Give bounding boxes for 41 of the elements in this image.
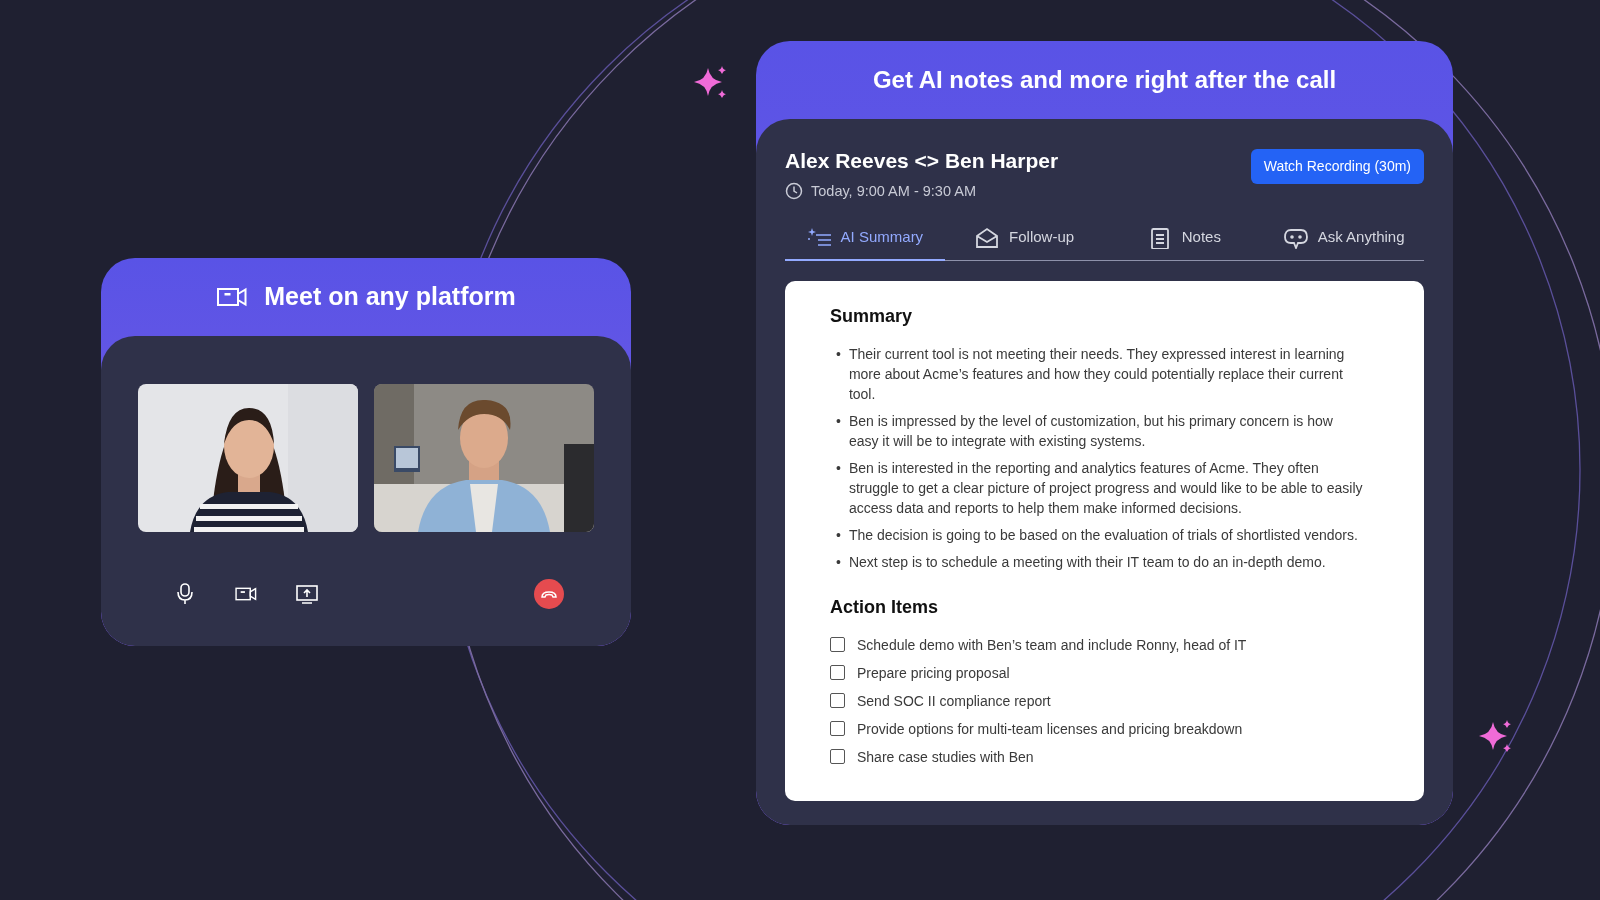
checkbox[interactable] xyxy=(830,693,845,709)
bullet-marker: • xyxy=(836,344,841,364)
summary-bullet: Their current tool is not meeting their needs. They expressed interest in learning more about Acme’s features and how they could potentially replace their current tool. xyxy=(848,344,1346,404)
microphone-icon[interactable] xyxy=(174,582,196,606)
bullet-marker: • xyxy=(836,552,841,572)
tab[interactable]: AI Summary xyxy=(785,218,945,261)
action-item-text: Provide options for multi-team licenses and pricing breakdown xyxy=(857,719,1243,739)
bullet-marker: • xyxy=(836,458,841,478)
watch-recording-button[interactable]: Watch Recording (30m) xyxy=(1250,149,1424,184)
card-title: Get AI notes and more right after the call xyxy=(872,65,1337,95)
video-camera-icon xyxy=(216,285,249,309)
phone-icon xyxy=(540,588,558,600)
section-heading: Action Items xyxy=(830,595,940,619)
screen-share-icon[interactable] xyxy=(296,584,318,604)
summary-bullet: Next step is to schedule a meeting with their IT team to do an in-depth demo. xyxy=(848,552,1326,572)
bullet-marker: • xyxy=(836,411,841,431)
section-heading: Summary xyxy=(830,304,914,328)
checkbox[interactable] xyxy=(830,665,845,681)
meeting-time: Today, 9:00 AM - 9:30 AM xyxy=(811,181,976,201)
checkbox[interactable] xyxy=(830,637,845,653)
sparkle-list-icon xyxy=(806,226,831,249)
summary-bullet: The decision is going to be based on the evaluation of trials of shortlisted vendors. xyxy=(848,525,1358,545)
bullet-marker: • xyxy=(836,525,841,545)
meeting-title: Alex Reeves <> Ben Harper xyxy=(785,148,1059,174)
summary-bullet: Ben is interested in the reporting and analytics features of Acme. They often struggle to get a clear picture of project progress and would like to be able to easily access data and reports to help them make informed decisions. xyxy=(848,458,1364,518)
tab[interactable]: Notes xyxy=(1104,218,1265,261)
checkbox[interactable] xyxy=(830,749,845,765)
tab[interactable]: Ask Anything xyxy=(1264,218,1424,261)
video-camera-icon[interactable] xyxy=(235,585,257,603)
end-call-button[interactable] xyxy=(534,579,564,609)
action-item-text: Send SOC II compliance report xyxy=(857,691,1051,711)
action-item-text: Prepare pricing proposal xyxy=(857,663,1010,683)
card-title: Meet on any platform xyxy=(264,281,516,313)
checkbox[interactable] xyxy=(830,721,845,737)
action-item-text: Share case studies with Ben xyxy=(857,747,1034,767)
action-item-text: Schedule demo with Ben’s team and include Ronny, head of IT xyxy=(857,635,1247,655)
clock-icon xyxy=(785,182,803,201)
summary-bullet: Ben is impressed by the level of customization, but his primary concern is how easy it will be to integrate with existing systems. xyxy=(848,411,1334,451)
envelope-icon xyxy=(975,226,1000,249)
chat-bubble-icon xyxy=(1283,226,1308,249)
tab[interactable]: Follow-up xyxy=(944,218,1105,261)
